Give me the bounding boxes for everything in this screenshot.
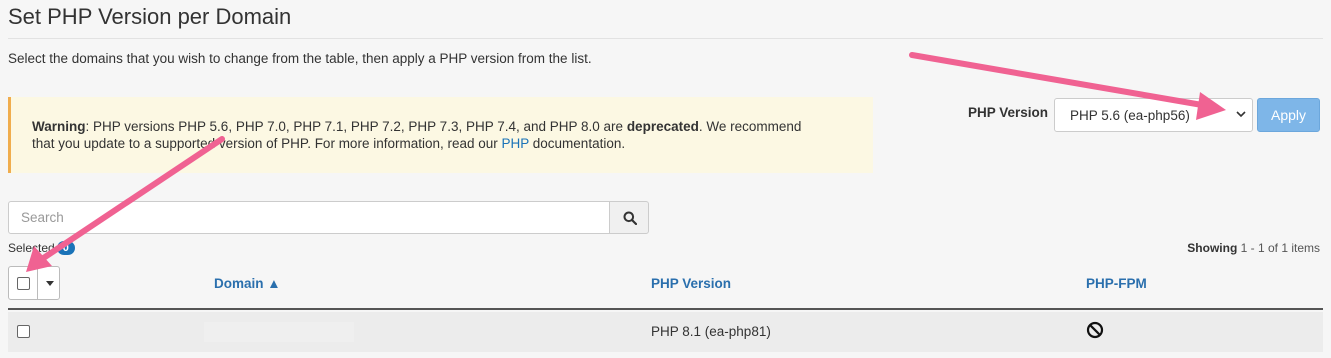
table-header: Domain ▲ PHP Version PHP-FPM <box>8 266 1323 310</box>
row-checkbox[interactable] <box>17 325 30 338</box>
warning-line2-end: documentation. <box>529 136 626 151</box>
selected-label: Selected <box>8 241 55 255</box>
disabled-icon <box>1086 321 1104 339</box>
search-input[interactable]: Search <box>8 201 610 234</box>
php-version-selected: PHP 5.6 (ea-php56) <box>1070 108 1190 123</box>
showing-label: Showing <box>1187 241 1238 255</box>
chevron-down-icon <box>1236 109 1246 122</box>
column-header-php-version[interactable]: PHP Version <box>651 276 731 291</box>
php-version-cell: PHP 8.1 (ea-php81) <box>651 324 771 339</box>
title-divider <box>8 38 1323 39</box>
search-button[interactable] <box>609 201 649 234</box>
php-docs-link[interactable]: PHP <box>502 136 530 151</box>
select-all-checkbox[interactable] <box>8 266 38 300</box>
warning-emphasis: deprecated <box>626 119 699 134</box>
php-version-select[interactable]: PHP 5.6 (ea-php56) <box>1054 98 1253 132</box>
php-version-label: PHP Version <box>968 105 1049 120</box>
page-description: Select the domains that you wish to chan… <box>8 51 592 66</box>
domain-cell-redacted <box>204 322 354 342</box>
warning-text: : PHP versions PHP 5.6, PHP 7.0, PHP 7.1… <box>85 119 627 134</box>
pagination-summary: Showing 1 - 1 of 1 items <box>1187 241 1320 255</box>
page-title: Set PHP Version per Domain <box>8 4 292 29</box>
caret-down-icon <box>46 281 54 286</box>
search-icon <box>623 211 637 225</box>
selected-count: Selected 0 <box>8 241 75 255</box>
warning-text-end: . We recommend <box>698 119 802 134</box>
column-header-php-fpm[interactable]: PHP-FPM <box>1086 276 1147 291</box>
apply-button[interactable]: Apply <box>1257 98 1320 132</box>
warning-line2: that you update to a supported version o… <box>32 136 502 151</box>
deprecation-warning: Warning: PHP versions PHP 5.6, PHP 7.0, … <box>8 97 873 173</box>
table-row: PHP 8.1 (ea-php81) <box>8 312 1323 352</box>
column-header-domain[interactable]: Domain ▲ <box>214 276 281 291</box>
checkbox-box <box>17 277 30 290</box>
bulk-select-dropdown[interactable] <box>37 266 60 300</box>
selected-badge: 0 <box>56 241 75 255</box>
warning-label: Warning <box>32 119 86 134</box>
showing-range: 1 - 1 of 1 items <box>1240 241 1320 255</box>
